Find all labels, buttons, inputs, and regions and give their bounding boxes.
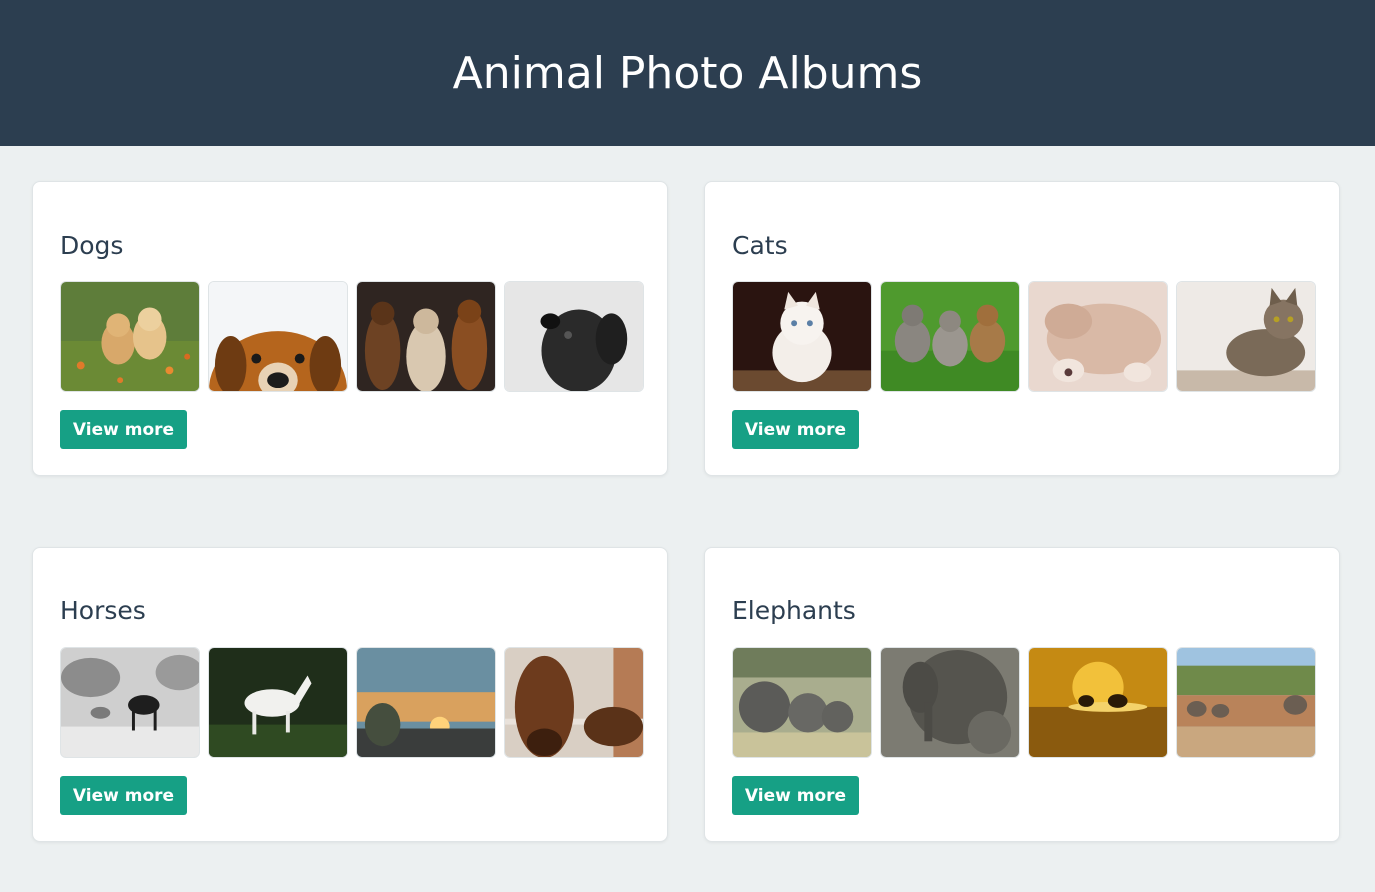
- album-thumbnails: [60, 647, 644, 758]
- view-more-button[interactable]: View more: [732, 410, 859, 449]
- album-thumbnails: [732, 281, 1316, 392]
- black-pug-photo[interactable]: [504, 281, 644, 392]
- horses-in-fog-photo[interactable]: [60, 647, 200, 758]
- album-card-elephants: Elephants View more: [704, 547, 1340, 842]
- view-more-button[interactable]: View more: [732, 776, 859, 815]
- elephants-by-water-photo[interactable]: [1176, 647, 1316, 758]
- page-title: Animal Photo Albums: [452, 47, 923, 99]
- album-card-dogs: Dogs View more: [32, 181, 668, 476]
- tabby-cat-photo[interactable]: [1176, 281, 1316, 392]
- album-title: Dogs: [60, 231, 124, 260]
- white-horse-running-photo[interactable]: [208, 647, 348, 758]
- sleeping-kitten-photo[interactable]: [1028, 281, 1168, 392]
- white-kitten-photo[interactable]: [732, 281, 872, 392]
- album-thumbnails: [60, 281, 644, 392]
- three-dogs-photo[interactable]: [356, 281, 496, 392]
- page-header: Animal Photo Albums: [0, 0, 1375, 146]
- sunset-landscape-photo[interactable]: [356, 647, 496, 758]
- view-more-button[interactable]: View more: [60, 410, 187, 449]
- peeking-dog-photo[interactable]: [208, 281, 348, 392]
- brown-horse-face-photo[interactable]: [504, 647, 644, 758]
- golden-puppies-photo[interactable]: [60, 281, 200, 392]
- elephant-and-calf-photo[interactable]: [880, 647, 1020, 758]
- album-title: Horses: [60, 596, 146, 625]
- view-more-button[interactable]: View more: [60, 776, 187, 815]
- album-card-horses: Horses View more: [32, 547, 668, 842]
- album-title: Elephants: [732, 596, 856, 625]
- album-thumbnails: [732, 647, 1316, 758]
- album-card-cats: Cats View more: [704, 181, 1340, 476]
- elephant-herd-photo[interactable]: [732, 647, 872, 758]
- elephants-at-sunset-photo[interactable]: [1028, 647, 1168, 758]
- album-title: Cats: [732, 231, 788, 260]
- kittens-on-grass-photo[interactable]: [880, 281, 1020, 392]
